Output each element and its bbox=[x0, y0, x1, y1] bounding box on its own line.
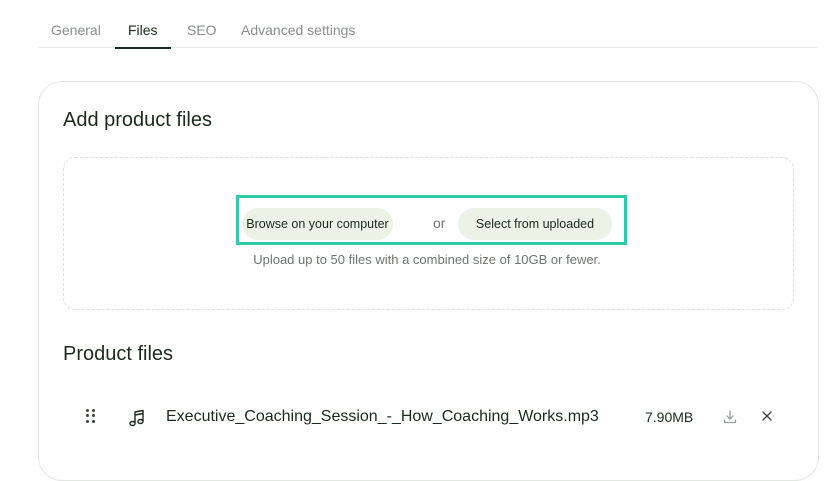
tab-seo[interactable]: SEO bbox=[187, 22, 217, 48]
or-separator: or bbox=[433, 215, 446, 231]
browse-computer-button[interactable]: Browse on your computer bbox=[242, 208, 393, 240]
tab-files[interactable]: Files bbox=[115, 22, 170, 49]
music-icon bbox=[129, 409, 144, 427]
tab-advanced-settings[interactable]: Advanced settings bbox=[241, 22, 355, 48]
drag-handle-icon[interactable] bbox=[86, 409, 96, 423]
file-size: 7.90MB bbox=[645, 409, 694, 425]
file-name: Executive_Coaching_Session_-_How_Coachin… bbox=[166, 408, 599, 425]
tab-general[interactable]: General bbox=[51, 22, 101, 48]
product-files-title: Product files bbox=[63, 343, 174, 365]
select-from-uploaded-button[interactable]: Select from uploaded bbox=[458, 208, 612, 240]
file-row: Executive_Coaching_Session_-_How_Coachin… bbox=[0, 400, 836, 436]
add-product-files-title: Add product files bbox=[63, 109, 212, 131]
download-icon[interactable] bbox=[722, 409, 738, 425]
tab-bar: General Files SEO Advanced settings bbox=[38, 0, 818, 49]
remove-file-icon[interactable] bbox=[759, 408, 775, 424]
upload-hint: Upload up to 50 files with a combined si… bbox=[253, 252, 601, 267]
